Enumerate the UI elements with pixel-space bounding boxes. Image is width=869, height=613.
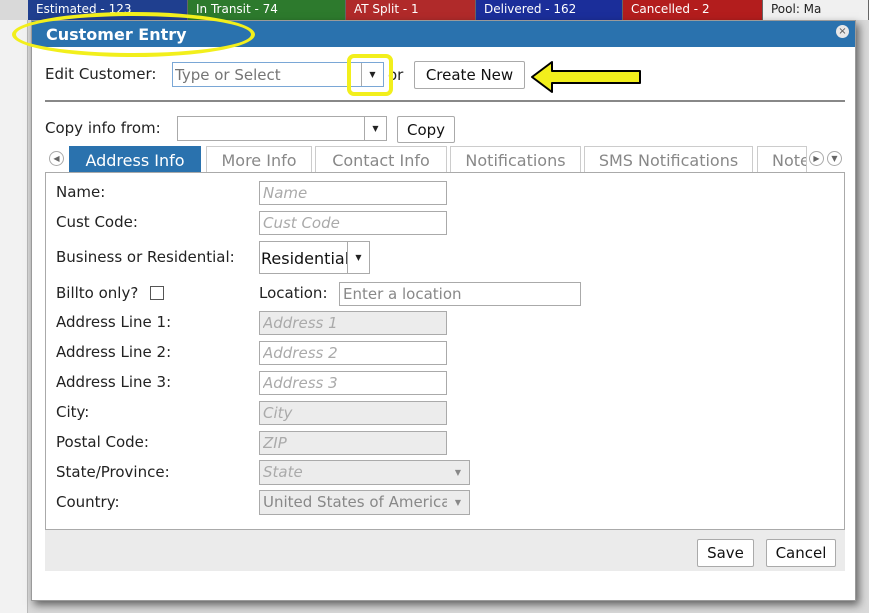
chevron-down-icon[interactable]: ▼ <box>364 117 386 140</box>
annotation-arrow-icon <box>531 61 641 93</box>
name-label: Name: <box>56 183 106 201</box>
copy-button[interactable]: Copy <box>397 116 455 143</box>
address-line-2-label: Address Line 2: <box>56 343 172 361</box>
country-label: Country: <box>56 493 120 511</box>
state-province-select[interactable]: State ▼ <box>259 460 470 485</box>
background-status-strip: Estimated - 123 In Transit - 74 AT Split… <box>28 0 869 20</box>
status-delivered: Delivered - 162 <box>476 0 623 20</box>
dialog-titlebar[interactable]: Customer Entry × <box>32 21 855 47</box>
city-field[interactable] <box>259 401 447 425</box>
tab-contact-info[interactable]: Contact Info <box>315 146 447 173</box>
city-label: City: <box>56 403 90 421</box>
edit-customer-input[interactable] <box>173 63 359 86</box>
divider <box>45 100 845 102</box>
close-icon[interactable]: × <box>836 25 849 38</box>
tab-notifications[interactable]: Notifications <box>450 146 581 173</box>
address-line-1-label: Address Line 1: <box>56 313 172 331</box>
tab-menu-icon[interactable]: ▼ <box>827 151 842 166</box>
location-label: Location: <box>259 284 328 302</box>
location-field[interactable] <box>339 282 581 306</box>
tab-more-info[interactable]: More Info <box>206 146 312 173</box>
cust-code-label: Cust Code: <box>56 213 138 231</box>
billto-only-label: Billto only? <box>56 284 139 302</box>
address-line-3-label: Address Line 3: <box>56 373 172 391</box>
name-field[interactable] <box>259 181 447 205</box>
pool-label: Pool: Ma <box>763 0 869 20</box>
chevron-down-icon: ▼ <box>454 468 462 477</box>
address-line-2-field[interactable] <box>259 341 447 365</box>
copy-info-label: Copy info from: <box>45 119 161 137</box>
status-estimated: Estimated - 123 <box>28 0 188 20</box>
tab-bar: ◀ Address Info More Info Contact Info No… <box>45 146 845 173</box>
status-cancelled: Cancelled - 2 <box>623 0 763 20</box>
cancel-button[interactable]: Cancel <box>766 539 836 567</box>
status-at-split: AT Split - 1 <box>346 0 476 20</box>
chevron-down-icon[interactable]: ▼ <box>347 242 369 273</box>
status-in-transit: In Transit - 74 <box>188 0 346 20</box>
edit-customer-combobox[interactable]: ▼ <box>172 62 384 87</box>
tab-notes[interactable]: Notes <box>757 146 807 173</box>
dialog-title: Customer Entry <box>46 25 187 44</box>
scroll-left-icon[interactable]: ◀ <box>49 151 64 166</box>
scroll-right-icon[interactable]: ▶ <box>809 151 824 166</box>
business-residential-label: Business or Residential: <box>56 248 235 266</box>
postal-code-label: Postal Code: <box>56 433 149 451</box>
chevron-down-icon: ▼ <box>447 491 469 514</box>
business-residential-select[interactable]: Residential ▼ <box>259 241 370 274</box>
billto-only-checkbox[interactable] <box>150 286 164 300</box>
or-label: or <box>388 66 404 84</box>
state-province-value: State <box>263 463 303 481</box>
chevron-down-icon[interactable]: ▼ <box>361 63 383 86</box>
country-value: United States of America <box>263 493 451 511</box>
edit-customer-label: Edit Customer: <box>45 65 157 83</box>
address-line-1-field[interactable] <box>259 311 447 335</box>
background-left-panel <box>0 20 28 613</box>
business-residential-value: Residential <box>261 249 350 268</box>
cust-code-field[interactable] <box>259 211 447 235</box>
tab-address-info[interactable]: Address Info <box>69 146 201 173</box>
copy-info-combobox[interactable]: ▼ <box>177 116 387 141</box>
create-new-button[interactable]: Create New <box>414 61 525 89</box>
state-province-label: State/Province: <box>56 463 170 481</box>
postal-code-field[interactable] <box>259 431 447 455</box>
tab-sms-notifications[interactable]: SMS Notifications <box>584 146 753 173</box>
save-button[interactable]: Save <box>697 539 754 567</box>
country-select[interactable]: United States of America ▼ <box>259 490 470 515</box>
copy-info-input[interactable] <box>178 117 362 140</box>
address-line-3-field[interactable] <box>259 371 447 395</box>
